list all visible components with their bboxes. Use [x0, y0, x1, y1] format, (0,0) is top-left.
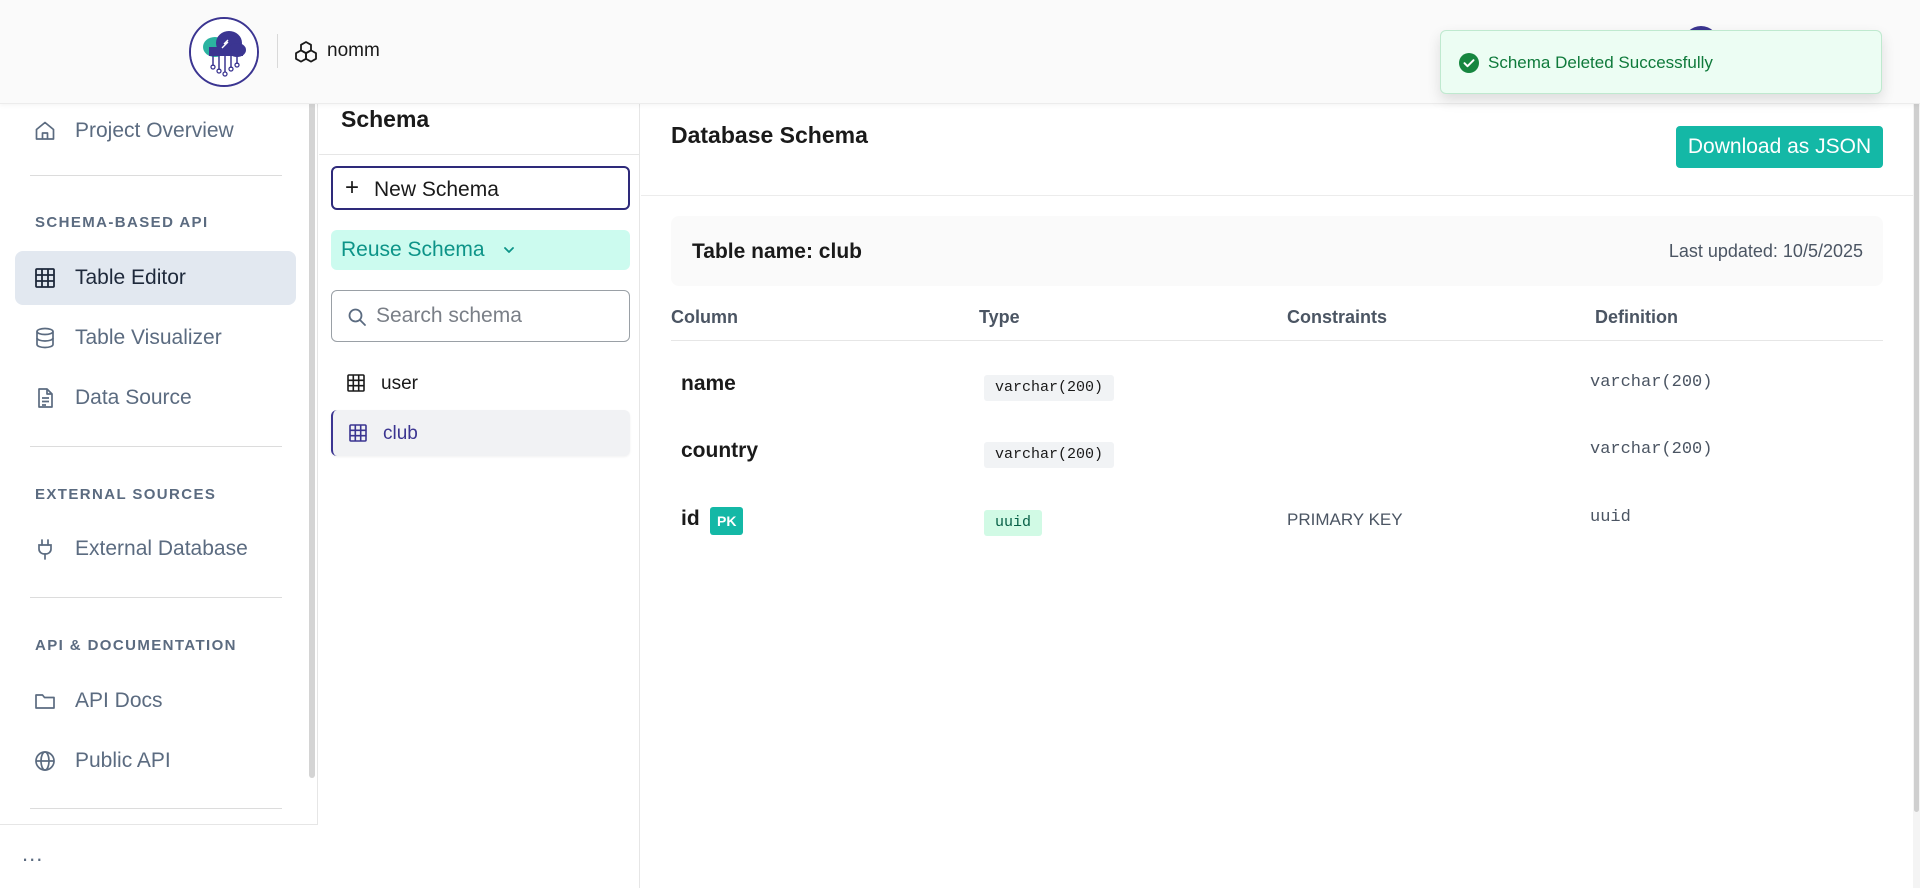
sidebar-item-label: API Docs — [75, 689, 163, 712]
nav-divider — [30, 175, 282, 176]
globe-icon — [35, 751, 55, 771]
document-icon — [38, 388, 53, 408]
table-row: id PK uuid PRIMARY KEY uuid — [671, 496, 1883, 550]
column-header-type: Type — [979, 307, 1020, 327]
cloud-circuit-logo[interactable] — [189, 17, 259, 87]
sidebar-item-api-docs[interactable]: API Docs — [15, 674, 296, 728]
column-header-definition: Definition — [1595, 307, 1678, 327]
sidebar-item-label: External Database — [75, 537, 248, 560]
section-title-schema-api: SCHEMA-BASED API — [35, 214, 209, 231]
home-icon — [35, 121, 55, 140]
more-icon[interactable]: ... — [22, 843, 43, 865]
main-divider — [641, 195, 1913, 196]
search-schema-box[interactable] — [331, 290, 630, 342]
page-scrollbar-thumb[interactable] — [1914, 2, 1919, 812]
sidebar-scrollbar[interactable] — [309, 82, 315, 778]
last-updated: Last updated: 10/5/2025 — [1668, 241, 1863, 261]
chevron-down-icon — [504, 247, 514, 253]
table-grid-icon — [35, 268, 55, 288]
download-json-button[interactable]: Download as JSON — [1676, 126, 1883, 168]
schema-item-label: club — [383, 423, 418, 444]
table-grid-icon — [349, 424, 367, 442]
type-badge: varchar(200) — [984, 375, 1115, 401]
column-constraints: PRIMARY KEY — [1287, 510, 1403, 529]
nav-divider — [30, 808, 282, 809]
folder-icon — [35, 694, 55, 709]
project-name[interactable]: nomm — [327, 40, 380, 62]
sidebar-item-table-visualizer[interactable]: Table Visualizer — [15, 311, 296, 365]
schema-panel: Schema + New Schema Reuse Schema user cl… — [319, 104, 640, 888]
column-definition: uuid — [1590, 508, 1631, 527]
database-icon — [36, 327, 54, 349]
schema-panel-divider — [319, 154, 639, 155]
sidebar-item-label: Project Overview — [75, 119, 234, 142]
search-schema-input[interactable] — [376, 303, 616, 329]
header-divider — [277, 34, 278, 68]
section-title-external-sources: EXTERNAL SOURCES — [35, 486, 217, 503]
sidebar: Project Overview SCHEMA-BASED API Table … — [0, 82, 318, 888]
type-badge: varchar(200) — [984, 442, 1115, 468]
column-name: name — [681, 372, 736, 395]
nav-divider — [30, 446, 282, 447]
sidebar-item-public-api[interactable]: Public API — [15, 734, 296, 788]
pk-badge: PK — [710, 507, 744, 535]
table-info-card: Table name: club Last updated: 10/5/2025 — [671, 216, 1883, 286]
schema-item-club[interactable]: club — [331, 410, 630, 456]
table-header-divider — [671, 340, 1883, 341]
cubes-icon — [295, 41, 317, 63]
sidebar-item-external-database[interactable]: External Database — [15, 522, 296, 576]
schema-item-user[interactable]: user — [331, 360, 630, 406]
sidebar-item-table-editor[interactable]: Table Editor — [15, 251, 296, 305]
table-grid-icon — [347, 374, 365, 392]
column-definition: varchar(200) — [1590, 440, 1713, 459]
plug-icon — [38, 539, 52, 560]
sidebar-item-label: Table Editor — [75, 266, 186, 289]
new-schema-button[interactable]: + New Schema — [331, 166, 630, 210]
section-title-api-documentation: API & DOCUMENTATION — [35, 637, 237, 654]
plus-icon: + — [345, 174, 360, 201]
toast-message: Schema Deleted Successfully — [1488, 53, 1713, 72]
new-schema-label: New Schema — [374, 178, 499, 201]
column-definition: varchar(200) — [1590, 373, 1713, 392]
table-row: country varchar(200) varchar(200) — [671, 428, 1883, 482]
main-content: Database Schema Download as JSON Table n… — [641, 104, 1913, 888]
sidebar-item-label: Table Visualizer — [75, 326, 222, 349]
type-badge: uuid — [984, 510, 1043, 536]
column-name: id — [681, 507, 700, 530]
sidebar-footer: ... — [0, 824, 318, 888]
success-toast: Schema Deleted Successfully — [1440, 30, 1882, 94]
search-icon — [348, 308, 366, 326]
sidebar-item-project-overview[interactable]: Project Overview — [15, 104, 296, 158]
column-name: country — [681, 439, 759, 462]
page-title: Database Schema — [671, 122, 868, 148]
column-header-constraints: Constraints — [1287, 307, 1388, 327]
nav-divider — [30, 597, 282, 598]
table-row: name varchar(200) varchar(200) — [671, 361, 1883, 415]
sidebar-item-label: Public API — [75, 749, 171, 772]
table-name: Table name: club — [692, 240, 862, 263]
schema-item-label: user — [381, 373, 418, 394]
sidebar-item-label: Data Source — [75, 386, 192, 409]
reuse-schema-button[interactable]: Reuse Schema — [331, 230, 630, 270]
schema-panel-title: Schema — [341, 106, 430, 132]
column-header-column: Column — [671, 307, 738, 327]
check-circle-icon — [1459, 53, 1479, 73]
sidebar-item-data-source[interactable]: Data Source — [15, 371, 296, 425]
reuse-schema-label: Reuse Schema — [341, 238, 485, 261]
